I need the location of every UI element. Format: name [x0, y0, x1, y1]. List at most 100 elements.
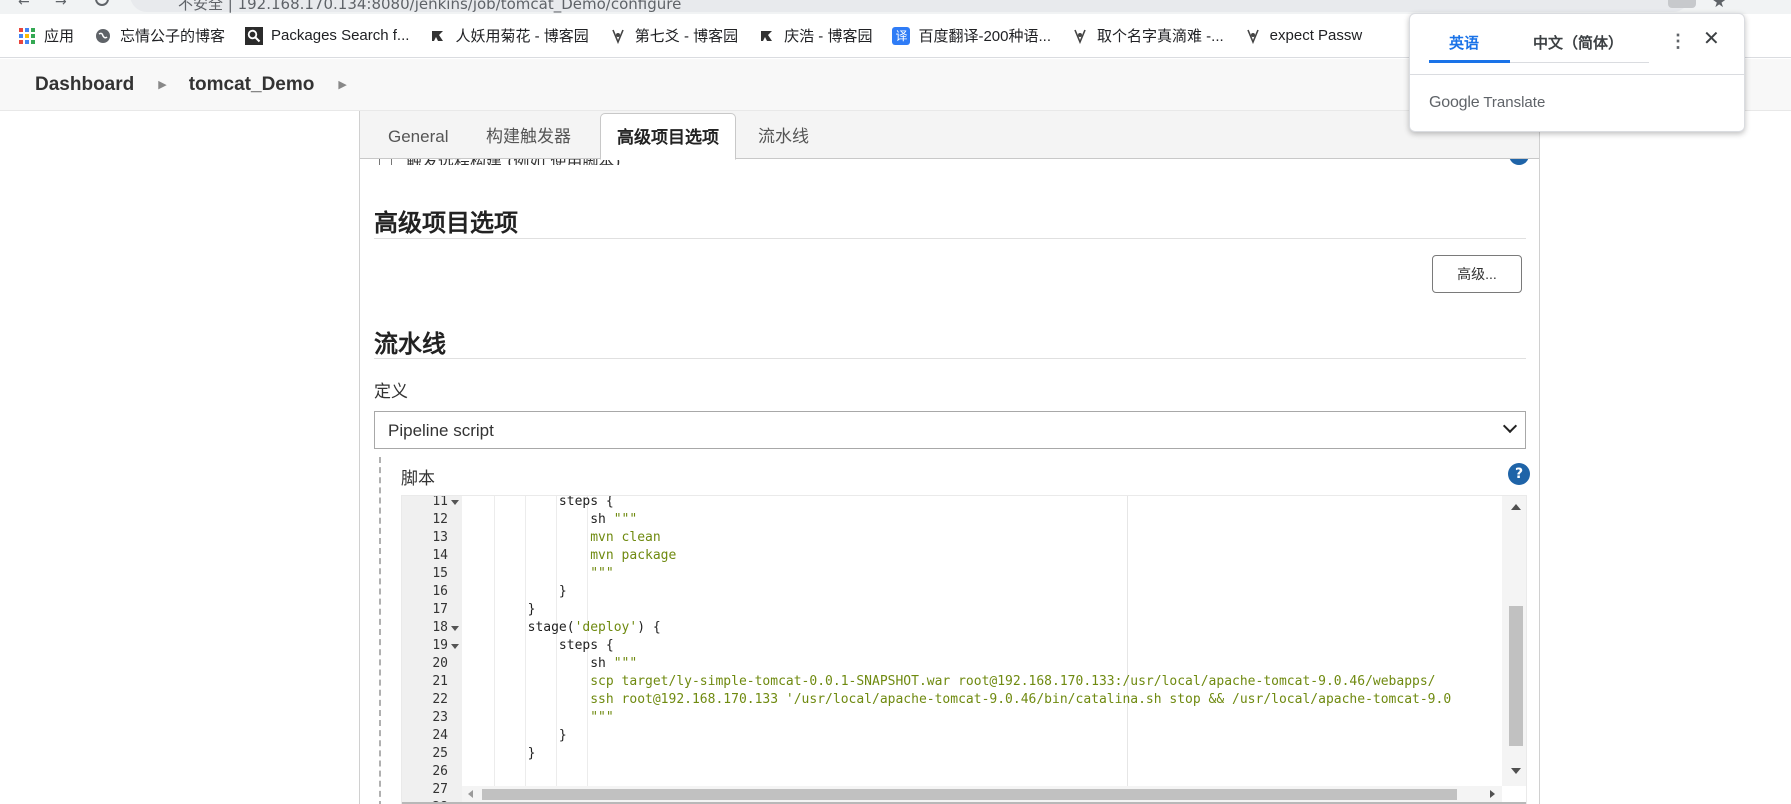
- line-number: 17: [432, 602, 448, 617]
- code-line: stage('deploy') {: [465, 620, 661, 635]
- code-line: mvn package: [590, 548, 677, 563]
- scroll-up-arrow-icon[interactable]: [1511, 504, 1521, 510]
- scrollbar-thumb[interactable]: [1509, 606, 1523, 746]
- line-number: 22: [432, 692, 448, 707]
- editor-horizontal-scrollbar[interactable]: [462, 786, 1502, 802]
- chevron-right-icon[interactable]: ▶: [158, 78, 166, 91]
- bookmark-label: expect Passw: [1269, 27, 1363, 44]
- translate-divider: [1410, 74, 1744, 75]
- code-line: sh """: [465, 656, 638, 671]
- bookmark-item[interactable]: Packages Search f...: [245, 26, 410, 45]
- cnblogs-icon: [758, 27, 776, 45]
- tab-general[interactable]: General: [372, 111, 464, 159]
- script-label: 脚本: [401, 469, 435, 489]
- definition-select-value: Pipeline script: [388, 421, 494, 440]
- code-line: """: [590, 566, 614, 581]
- code-line: mvn clean: [590, 530, 661, 545]
- config-tab-bar: General 构建触发器 高级项目选项 流水线: [360, 111, 1539, 160]
- address-bar-url[interactable]: 不安全 | 192.168.170.134:8080/jenkins/job/t…: [178, 0, 681, 14]
- line-number: 26: [432, 764, 448, 779]
- scroll-left-arrow-icon[interactable]: [468, 790, 473, 798]
- scroll-down-arrow-icon[interactable]: [1511, 768, 1521, 774]
- user-icon: [609, 27, 627, 45]
- more-vert-icon[interactable]: ⋮: [1669, 32, 1687, 50]
- breadcrumb-dashboard[interactable]: Dashboard: [35, 74, 134, 96]
- line-number: 12: [432, 512, 448, 527]
- back-arrow-icon[interactable]: ←: [18, 0, 30, 10]
- fold-arrow-icon[interactable]: [451, 626, 459, 631]
- line-number: 27: [432, 782, 448, 797]
- line-number: 20: [432, 656, 448, 671]
- bookmark-label: 人妖用菊花 - 博客园: [455, 28, 589, 45]
- bookmark-label: 忘情公子的博客: [120, 28, 226, 45]
- translate-icon: 译: [892, 26, 911, 45]
- apps-grid-icon: [18, 27, 36, 45]
- pipeline-script-editor[interactable]: 111213141516171819202122232425262728 ste…: [401, 495, 1527, 804]
- definition-select[interactable]: Pipeline script: [374, 411, 1526, 449]
- line-number: 25: [432, 746, 448, 761]
- bookmark-item[interactable]: 庆浩 - 博客园: [758, 25, 872, 46]
- breadcrumb-job[interactable]: tomcat_Demo: [189, 74, 315, 96]
- print-margin: [1127, 496, 1128, 786]
- close-icon[interactable]: ✕: [1703, 29, 1720, 49]
- editor-code-area[interactable]: steps { sh """ mvn clean mvn package """…: [462, 496, 1502, 786]
- line-number: 15: [432, 566, 448, 581]
- advanced-options-heading: 高级项目选项: [374, 210, 518, 237]
- line-number: 23: [432, 710, 448, 725]
- tab-build-triggers[interactable]: 构建触发器: [470, 111, 587, 159]
- code-line: }: [465, 602, 536, 617]
- code-line: }: [465, 728, 567, 743]
- config-panel: 触发远程构建 (例如,使用脚本) ? General 构建触发器 高级项目选项 …: [359, 111, 1540, 804]
- translate-lang-target[interactable]: 中文（简体）: [1533, 32, 1623, 53]
- tab-advanced-options[interactable]: 高级项目选项: [600, 113, 736, 160]
- fold-arrow-icon[interactable]: [451, 500, 459, 505]
- line-number: 19: [432, 638, 448, 653]
- bookmark-item[interactable]: 译 百度翻译-200种语...: [892, 25, 1051, 46]
- scrollbar-thumb[interactable]: [482, 789, 1457, 800]
- fold-arrow-icon[interactable]: [451, 644, 459, 649]
- code-line: ssh root@192.168.170.133 '/usr/local/apa…: [590, 692, 1452, 707]
- advanced-button[interactable]: 高级...: [1432, 255, 1522, 293]
- bookmark-label: 取个名字真滴难 -...: [1097, 28, 1224, 45]
- script-block: 脚本 ? 11121314151617181920212223242526272…: [379, 457, 1530, 804]
- bookmark-item[interactable]: expect Passw: [1244, 27, 1363, 45]
- chevron-right-icon[interactable]: ▶: [338, 78, 346, 91]
- user-icon: [1244, 27, 1262, 45]
- google-translate-popup: 英语 中文（简体） ⋮ ✕ Google Translate: [1409, 13, 1745, 132]
- bookmark-label: 庆浩 - 博客园: [784, 28, 873, 45]
- code-line: scp target/ly-simple-tomcat-0.0.1-SNAPSH…: [590, 674, 1436, 689]
- bookmark-item[interactable]: 取个名字真滴难 -...: [1071, 25, 1224, 46]
- line-number: 13: [432, 530, 448, 545]
- help-icon[interactable]: ?: [1508, 463, 1530, 485]
- code-line: steps {: [465, 638, 614, 653]
- reload-icon[interactable]: [95, 0, 109, 6]
- section-divider: [374, 238, 1526, 239]
- line-number: 11: [432, 495, 448, 509]
- bookmark-item[interactable]: 忘情公子的博客: [94, 25, 225, 46]
- search-icon: [245, 26, 264, 45]
- code-line: steps {: [465, 496, 614, 509]
- bookmark-item[interactable]: 第七爻 - 博客园: [609, 25, 738, 46]
- line-number: 14: [432, 548, 448, 563]
- translate-page-icon[interactable]: [1668, 0, 1696, 8]
- bookmark-label: Packages Search f...: [271, 27, 410, 44]
- scroll-right-arrow-icon[interactable]: [1490, 790, 1495, 798]
- editor-gutter: 111213141516171819202122232425262728: [402, 496, 462, 804]
- line-number: 21: [432, 674, 448, 689]
- bookmark-star-icon[interactable]: ★: [1712, 0, 1726, 11]
- code-line: sh """: [465, 512, 638, 527]
- bookmark-apps[interactable]: 应用: [18, 25, 74, 46]
- translate-lang-source[interactable]: 英语: [1449, 32, 1479, 53]
- browser-address-strip: ← → 不安全 | 192.168.170.134:8080/jenkins/j…: [0, 0, 1791, 14]
- bookmark-item[interactable]: 人妖用菊花 - 博客园: [429, 25, 589, 46]
- editor-vertical-scrollbar[interactable]: [1502, 496, 1526, 786]
- code-line: }: [465, 584, 567, 599]
- translate-active-indicator: [1429, 60, 1510, 63]
- definition-label: 定义: [374, 382, 408, 402]
- bookmark-label: 百度翻译-200种语...: [918, 28, 1051, 45]
- line-number: 16: [432, 584, 448, 599]
- line-number: 18: [432, 620, 448, 635]
- tab-pipeline[interactable]: 流水线: [742, 111, 825, 159]
- forward-arrow-icon[interactable]: →: [55, 0, 67, 10]
- code-line: """: [590, 710, 614, 725]
